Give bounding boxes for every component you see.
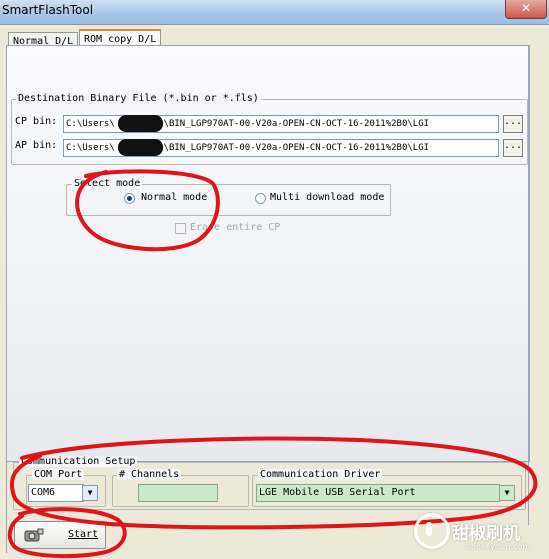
- chevron-down-icon[interactable]: ▼: [499, 485, 515, 501]
- ap-browse-button[interactable]: ...: [503, 139, 523, 157]
- watermark-brand: 甜椒刷机: [452, 524, 520, 544]
- destination-legend: Destination Binary File (*.bin or *.fls): [16, 93, 261, 104]
- watermark-logo-icon: [414, 513, 450, 549]
- close-icon: ✕: [520, 1, 532, 15]
- driver-select[interactable]: LGE Mobile USB Serial Port: [256, 484, 500, 502]
- close-button[interactable]: ✕: [505, 0, 547, 19]
- communication-setup-legend: Communication Setup: [19, 456, 138, 467]
- start-icon: [23, 527, 45, 543]
- watermark-url: onekeyrom.com: [466, 542, 531, 551]
- cp-browse-button[interactable]: ...: [503, 115, 523, 133]
- window-title: SmartFlashTool: [2, 3, 94, 17]
- select-mode-legend: Select mode: [72, 178, 143, 189]
- ap-bin-label: AP bin:: [15, 140, 58, 151]
- com-port-label: COM Port: [32, 469, 85, 480]
- channels-field[interactable]: [138, 484, 218, 502]
- com-port-select[interactable]: COM6: [28, 484, 84, 502]
- cp-bin-label: CP bin:: [15, 116, 58, 127]
- erase-cp-checkbox[interactable]: [175, 223, 186, 234]
- redaction-mark: [118, 115, 163, 132]
- divider: [6, 45, 7, 553]
- tab-label: ROM copy D/L: [84, 34, 157, 45]
- multi-download-mode-label[interactable]: Multi download mode: [270, 192, 384, 203]
- channels-label: # Channels: [117, 469, 182, 480]
- start-button[interactable]: Start: [14, 521, 106, 549]
- erase-cp-label: Erase entire CP: [190, 222, 281, 233]
- chevron-down-icon[interactable]: ▼: [82, 485, 98, 501]
- redaction-mark: [118, 139, 163, 156]
- divider: [528, 45, 529, 525]
- radio-selected-dot: [127, 196, 132, 201]
- multi-download-mode-radio[interactable]: [255, 193, 266, 204]
- driver-label: Communication Driver: [258, 469, 383, 480]
- normal-mode-radio[interactable]: [124, 193, 135, 204]
- normal-mode-label[interactable]: Normal mode: [141, 192, 207, 203]
- start-label: Start: [68, 529, 99, 540]
